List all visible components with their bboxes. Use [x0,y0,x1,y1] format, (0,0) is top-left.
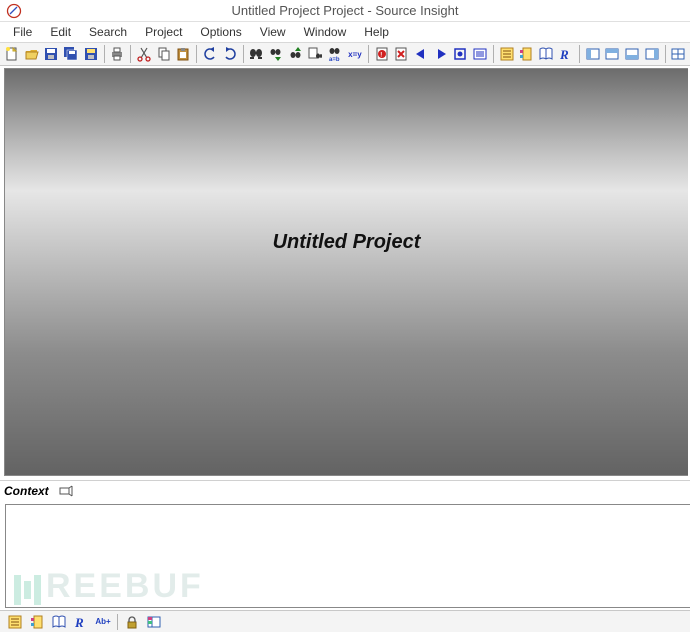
statusbar-separator [117,614,118,630]
browse-book-icon[interactable] [537,44,555,64]
paste-icon[interactable] [175,44,193,64]
redo-icon[interactable] [221,44,239,64]
menu-project[interactable]: Project [136,23,191,41]
svg-text:R: R [559,47,569,62]
close-file-icon[interactable] [82,44,100,64]
open-file-icon[interactable] [23,44,41,64]
menu-help[interactable]: Help [355,23,398,41]
panel-tile-icon[interactable] [669,44,687,64]
context-panel-header: Context [0,480,690,500]
status-abplus-icon[interactable]: Ab+ [93,612,113,632]
new-file-icon[interactable] [3,44,21,64]
status-symbol-window-icon[interactable] [5,612,25,632]
toolbar-separator [130,45,131,63]
context-panel-body-wrap [0,500,690,608]
svg-text:a=b: a=b [329,57,340,62]
window-title: Untitled Project Project - Source Insigh… [22,3,690,18]
title-bar: Untitled Project Project - Source Insigh… [0,0,690,22]
find-next-icon[interactable] [267,44,285,64]
project-symbols-icon[interactable] [518,44,536,64]
nav-record-icon[interactable] [452,44,470,64]
toolbar-separator [196,45,197,63]
copy-icon[interactable] [155,44,173,64]
svg-text:!: ! [380,53,382,59]
menu-file[interactable]: File [4,23,41,41]
status-lock-icon[interactable] [122,612,142,632]
save-all-icon[interactable] [62,44,80,64]
print-icon[interactable] [108,44,126,64]
undo-icon[interactable] [201,44,219,64]
menu-bar: FileEditSearchProjectOptionsViewWindowHe… [0,22,690,42]
status-browse-book-icon[interactable] [49,612,69,632]
toolbar-separator [493,45,494,63]
find-icon[interactable] [247,44,265,64]
status-list-box-icon[interactable] [144,612,164,632]
symbol-window-icon[interactable] [498,44,516,64]
context-label: Context [4,484,49,498]
rename-icon[interactable]: x=y [346,44,364,64]
workspace: Untitled Project [0,66,690,478]
app-icon [6,3,22,19]
status-bar: R Ab+ [0,610,690,632]
nav-back-icon[interactable] [412,44,430,64]
status-project-symbols-icon[interactable] [27,612,47,632]
bookmark-error-icon[interactable]: ! [373,44,391,64]
document-window[interactable]: Untitled Project [4,68,688,476]
menu-options[interactable]: Options [191,23,250,41]
panel-bottom-icon[interactable] [623,44,641,64]
context-panel-body[interactable] [5,504,690,608]
toolbar-separator [104,45,105,63]
find-prev-icon[interactable] [287,44,305,64]
menu-view[interactable]: View [251,23,295,41]
replace-icon[interactable]: a=b [326,44,344,64]
save-file-icon[interactable] [42,44,60,64]
toolbar-separator [665,45,666,63]
status-relation-r-icon[interactable]: R [71,612,91,632]
menu-search[interactable]: Search [80,23,136,41]
main-toolbar: a=b x=y! R [0,42,690,66]
find-in-files-icon[interactable] [307,44,325,64]
toolbar-separator [243,45,244,63]
cut-icon[interactable] [135,44,153,64]
panel-top-icon[interactable] [603,44,621,64]
toolbar-separator [579,45,580,63]
svg-text:R: R [74,615,84,630]
nav-fwd-icon[interactable] [432,44,450,64]
menu-window[interactable]: Window [295,23,356,41]
relation-r-icon[interactable]: R [557,44,575,64]
menu-edit[interactable]: Edit [41,23,80,41]
document-title: Untitled Project [273,231,421,254]
context-options-icon[interactable] [56,481,76,501]
panel-right-icon[interactable] [643,44,661,64]
toolbar-separator [368,45,369,63]
bookmark-delete-icon[interactable] [392,44,410,64]
nav-list-icon[interactable] [471,44,489,64]
panel-left-icon[interactable] [584,44,602,64]
